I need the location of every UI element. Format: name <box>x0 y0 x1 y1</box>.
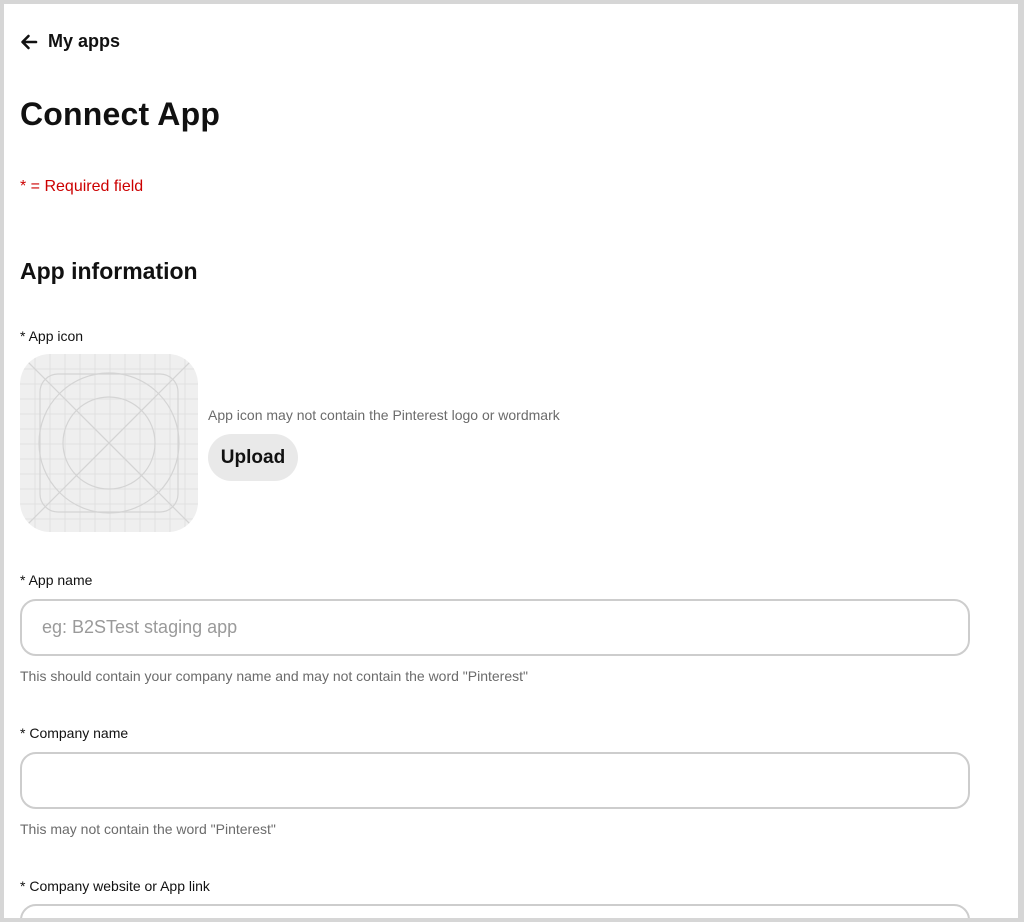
app-icon-label: * App icon <box>20 328 84 344</box>
upload-button[interactable]: Upload <box>208 434 298 481</box>
required-field-note: * = Required field <box>20 178 144 195</box>
company-website-label: * Company website or App link <box>20 878 210 894</box>
section-title-app-information: App information <box>20 258 198 284</box>
company-website-input[interactable] <box>20 904 970 918</box>
company-name-helper: This may not contain the word "Pinterest… <box>20 821 276 837</box>
back-to-my-apps-link[interactable]: My apps <box>20 31 120 52</box>
arrow-left-icon <box>21 34 38 49</box>
app-name-label: * App name <box>20 572 93 588</box>
page-title: Connect App <box>20 96 221 132</box>
app-name-input[interactable] <box>20 599 970 656</box>
back-link-label: My apps <box>48 31 121 51</box>
company-name-label: * Company name <box>20 725 129 741</box>
company-name-input[interactable] <box>20 752 970 809</box>
page-frame: My apps Connect App * = Required field A… <box>4 4 1018 918</box>
app-name-helper: This should contain your company name an… <box>20 668 528 684</box>
app-icon-hint: App icon may not contain the Pinterest l… <box>208 407 560 423</box>
app-icon-grid-placeholder-icon <box>20 354 198 532</box>
app-icon-placeholder <box>20 354 198 532</box>
